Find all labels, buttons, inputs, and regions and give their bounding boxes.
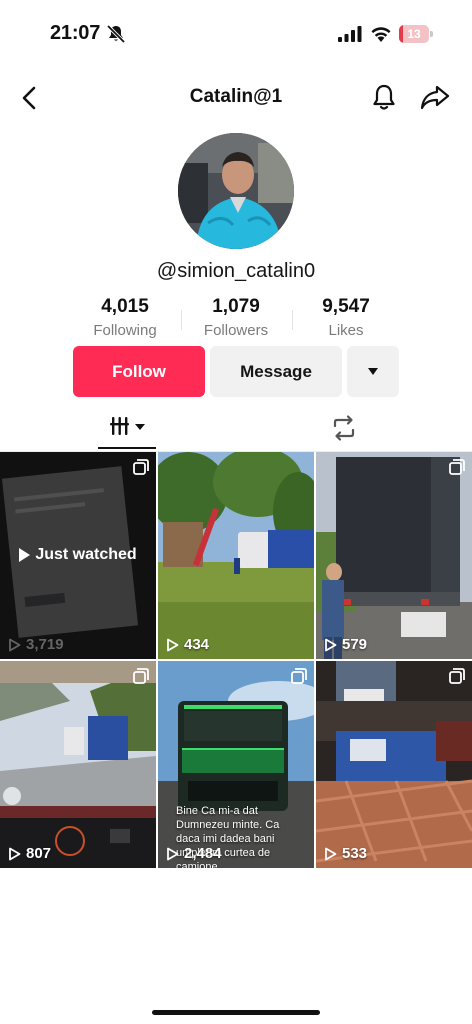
multi-photo-icon: [449, 459, 465, 475]
stat-likes[interactable]: 9,547 Likes: [286, 296, 406, 339]
video-thumbnail[interactable]: Just watched 3,719: [0, 452, 156, 659]
profile-header: Catalin@1: [0, 76, 472, 120]
view-count-text: 579: [342, 636, 368, 653]
multi-photo-icon: [449, 668, 465, 684]
mute-bell-icon: [106, 24, 126, 44]
home-indicator[interactable]: [152, 1010, 320, 1015]
message-button[interactable]: Message: [210, 346, 342, 397]
battery-charging-icon: 13: [399, 25, 433, 43]
stat-value: 4,015: [101, 296, 149, 317]
stat-followers[interactable]: 1,079 Followers: [176, 296, 296, 339]
play-icon: [19, 548, 31, 562]
truck-forest-thumbnail-image: [158, 452, 314, 659]
avatar-photo: [178, 133, 294, 249]
follow-button[interactable]: Follow: [73, 346, 205, 397]
stat-value: 1,079: [212, 296, 260, 317]
view-count: 3,719: [8, 636, 64, 653]
video-thumbnail[interactable]: 434: [158, 452, 314, 659]
view-count-text: 434: [184, 636, 210, 653]
video-thumbnail[interactable]: Bine Ca mi-a dat Dumnezeu minte. Ca daca…: [158, 661, 314, 868]
play-outline-icon: [167, 638, 179, 651]
play-outline-icon: [9, 638, 21, 651]
view-count-text: 2,484: [184, 845, 222, 862]
stat-following[interactable]: 4,015 Following: [65, 296, 185, 339]
content-tabs: [0, 410, 472, 452]
just-watched-label: Just watched: [0, 546, 156, 564]
trailer-thumbnail-image: [316, 452, 472, 659]
video-thumbnail[interactable]: 807: [0, 661, 156, 868]
stat-label: Likes: [328, 322, 364, 339]
view-count-text: 533: [342, 845, 368, 862]
multi-photo-icon: [133, 459, 149, 475]
view-count: 807: [8, 845, 51, 862]
wifi-icon: [371, 27, 391, 42]
stat-label: Following: [93, 322, 157, 339]
video-thumbnail[interactable]: 579: [316, 452, 472, 659]
view-count: 579: [324, 636, 367, 653]
stat-value: 9,547: [322, 296, 370, 317]
stat-label: Followers: [203, 322, 269, 339]
night-truck-cab-thumbnail-image: [316, 661, 472, 868]
username: @simion_catalin0: [156, 260, 316, 282]
video-grid: Just watched 3,719 434 579 807 Bine Ca m…: [0, 452, 472, 869]
tab-videos[interactable]: [98, 410, 156, 451]
repost-icon[interactable]: [330, 414, 358, 442]
view-count-text: 807: [26, 845, 52, 862]
status-bar: 21:07 13: [0, 0, 472, 70]
battery-percent: 13: [407, 27, 421, 41]
highway-dashboard-thumbnail-image: [0, 661, 156, 868]
status-time: 21:07: [50, 22, 101, 44]
play-outline-icon: [9, 847, 21, 860]
cellular-signal-icon: [338, 26, 362, 42]
play-outline-icon: [167, 847, 179, 860]
page-title: Catalin@1: [189, 86, 283, 107]
avatar[interactable]: [178, 133, 294, 249]
play-outline-icon: [325, 638, 337, 651]
videos-grid-filter-icon: [110, 417, 145, 435]
video-thumbnail[interactable]: 533: [316, 661, 472, 868]
just-watched-text: Just watched: [35, 546, 137, 563]
notification-bell-icon[interactable]: [369, 82, 399, 112]
view-count-text: 3,719: [26, 636, 64, 653]
play-outline-icon: [325, 847, 337, 860]
multi-photo-icon: [133, 668, 149, 684]
more-options-button[interactable]: [347, 346, 399, 397]
multi-photo-icon: [291, 668, 307, 684]
active-tab-indicator: [98, 447, 156, 449]
view-count: 533: [324, 845, 367, 862]
share-arrow-icon[interactable]: [419, 82, 451, 112]
view-count: 434: [166, 636, 209, 653]
view-count: 2,484: [166, 845, 222, 862]
caret-down-icon: [368, 368, 378, 375]
profile-stats: 4,015 Following 1,079 Followers 9,547 Li…: [0, 296, 472, 344]
